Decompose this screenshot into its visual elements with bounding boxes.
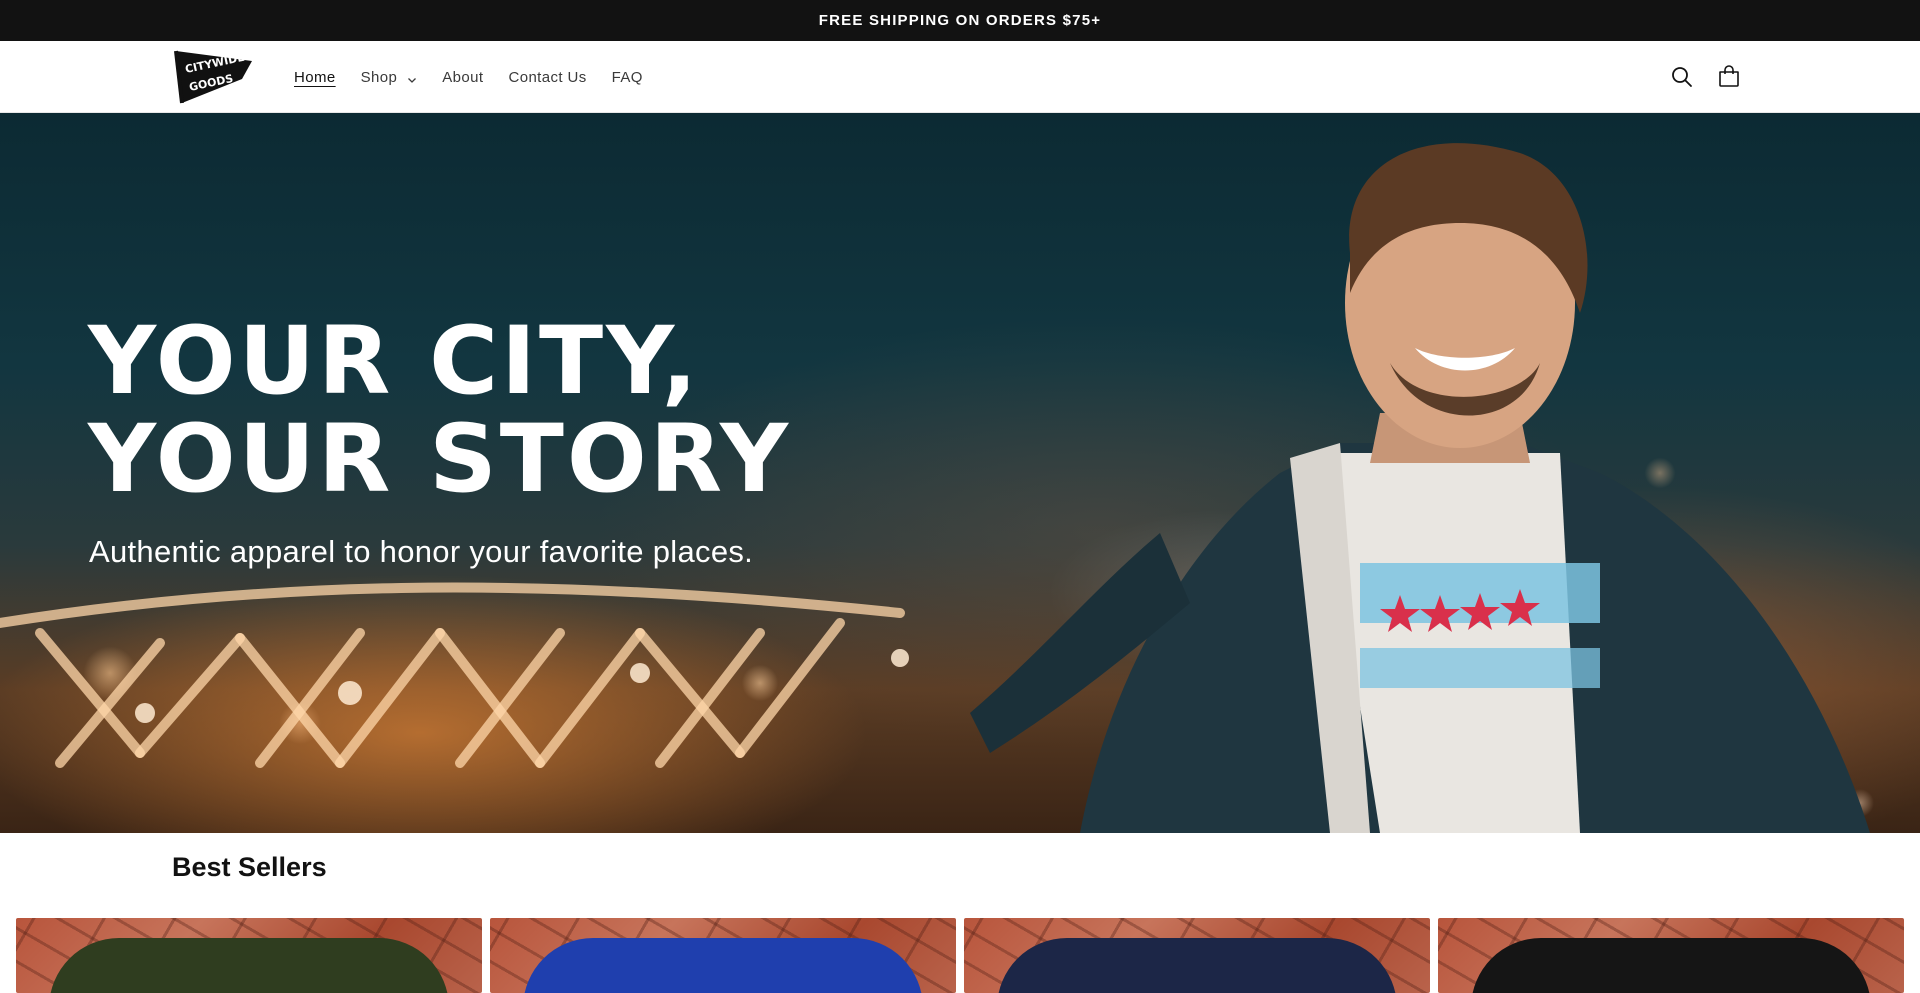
product-image-shirt [1471,938,1871,993]
nav-faq[interactable]: FAQ [612,69,643,86]
hero-heading: YOUR CITY, YOUR STORY [88,313,791,509]
product-image-shirt [49,938,449,993]
product-card[interactable] [1438,918,1904,993]
nav-contact-us[interactable]: Contact Us [508,69,586,86]
nav-contact-label: Contact Us [508,68,587,86]
product-image-shirt [997,938,1397,993]
site-header: CITYWIDE GOODS Home Shop About Contact U… [0,41,1920,113]
nav-shop-label: Shop [360,68,398,86]
product-image-shirt [523,938,923,993]
announcement-bar: FREE SHIPPING ON ORDERS $75+ [0,0,1920,41]
hero-subtitle: Authentic apparel to honor your favorite… [89,534,754,569]
nav-about-label: About [442,68,484,86]
nav-home-label: Home [294,68,336,86]
hero-heading-line1: YOUR CITY, [88,307,701,416]
best-sellers-grid [16,918,1904,993]
chevron-down-icon [407,72,417,83]
nav-faq-label: FAQ [611,68,643,86]
hero-banner: YOUR CITY, YOUR STORY Authentic apparel … [0,113,1920,833]
citywide-goods-logo[interactable]: CITYWIDE GOODS [172,49,254,105]
nav-about[interactable]: About [442,69,483,86]
nav-home[interactable]: Home [294,69,336,86]
best-sellers-heading: Best Sellers [172,852,327,882]
search-icon[interactable] [1666,61,1698,93]
hero-model-image [970,143,1870,833]
hero-heading-line2: YOUR STORY [88,405,792,514]
product-card[interactable] [490,918,956,993]
product-card[interactable] [16,918,482,993]
nav-shop[interactable]: Shop [361,69,418,86]
product-card[interactable] [964,918,1430,993]
announcement-text: FREE SHIPPING ON ORDERS $75+ [818,12,1102,29]
main-nav: Home Shop About Contact Us FAQ [294,41,668,113]
cart-icon[interactable] [1713,61,1745,93]
